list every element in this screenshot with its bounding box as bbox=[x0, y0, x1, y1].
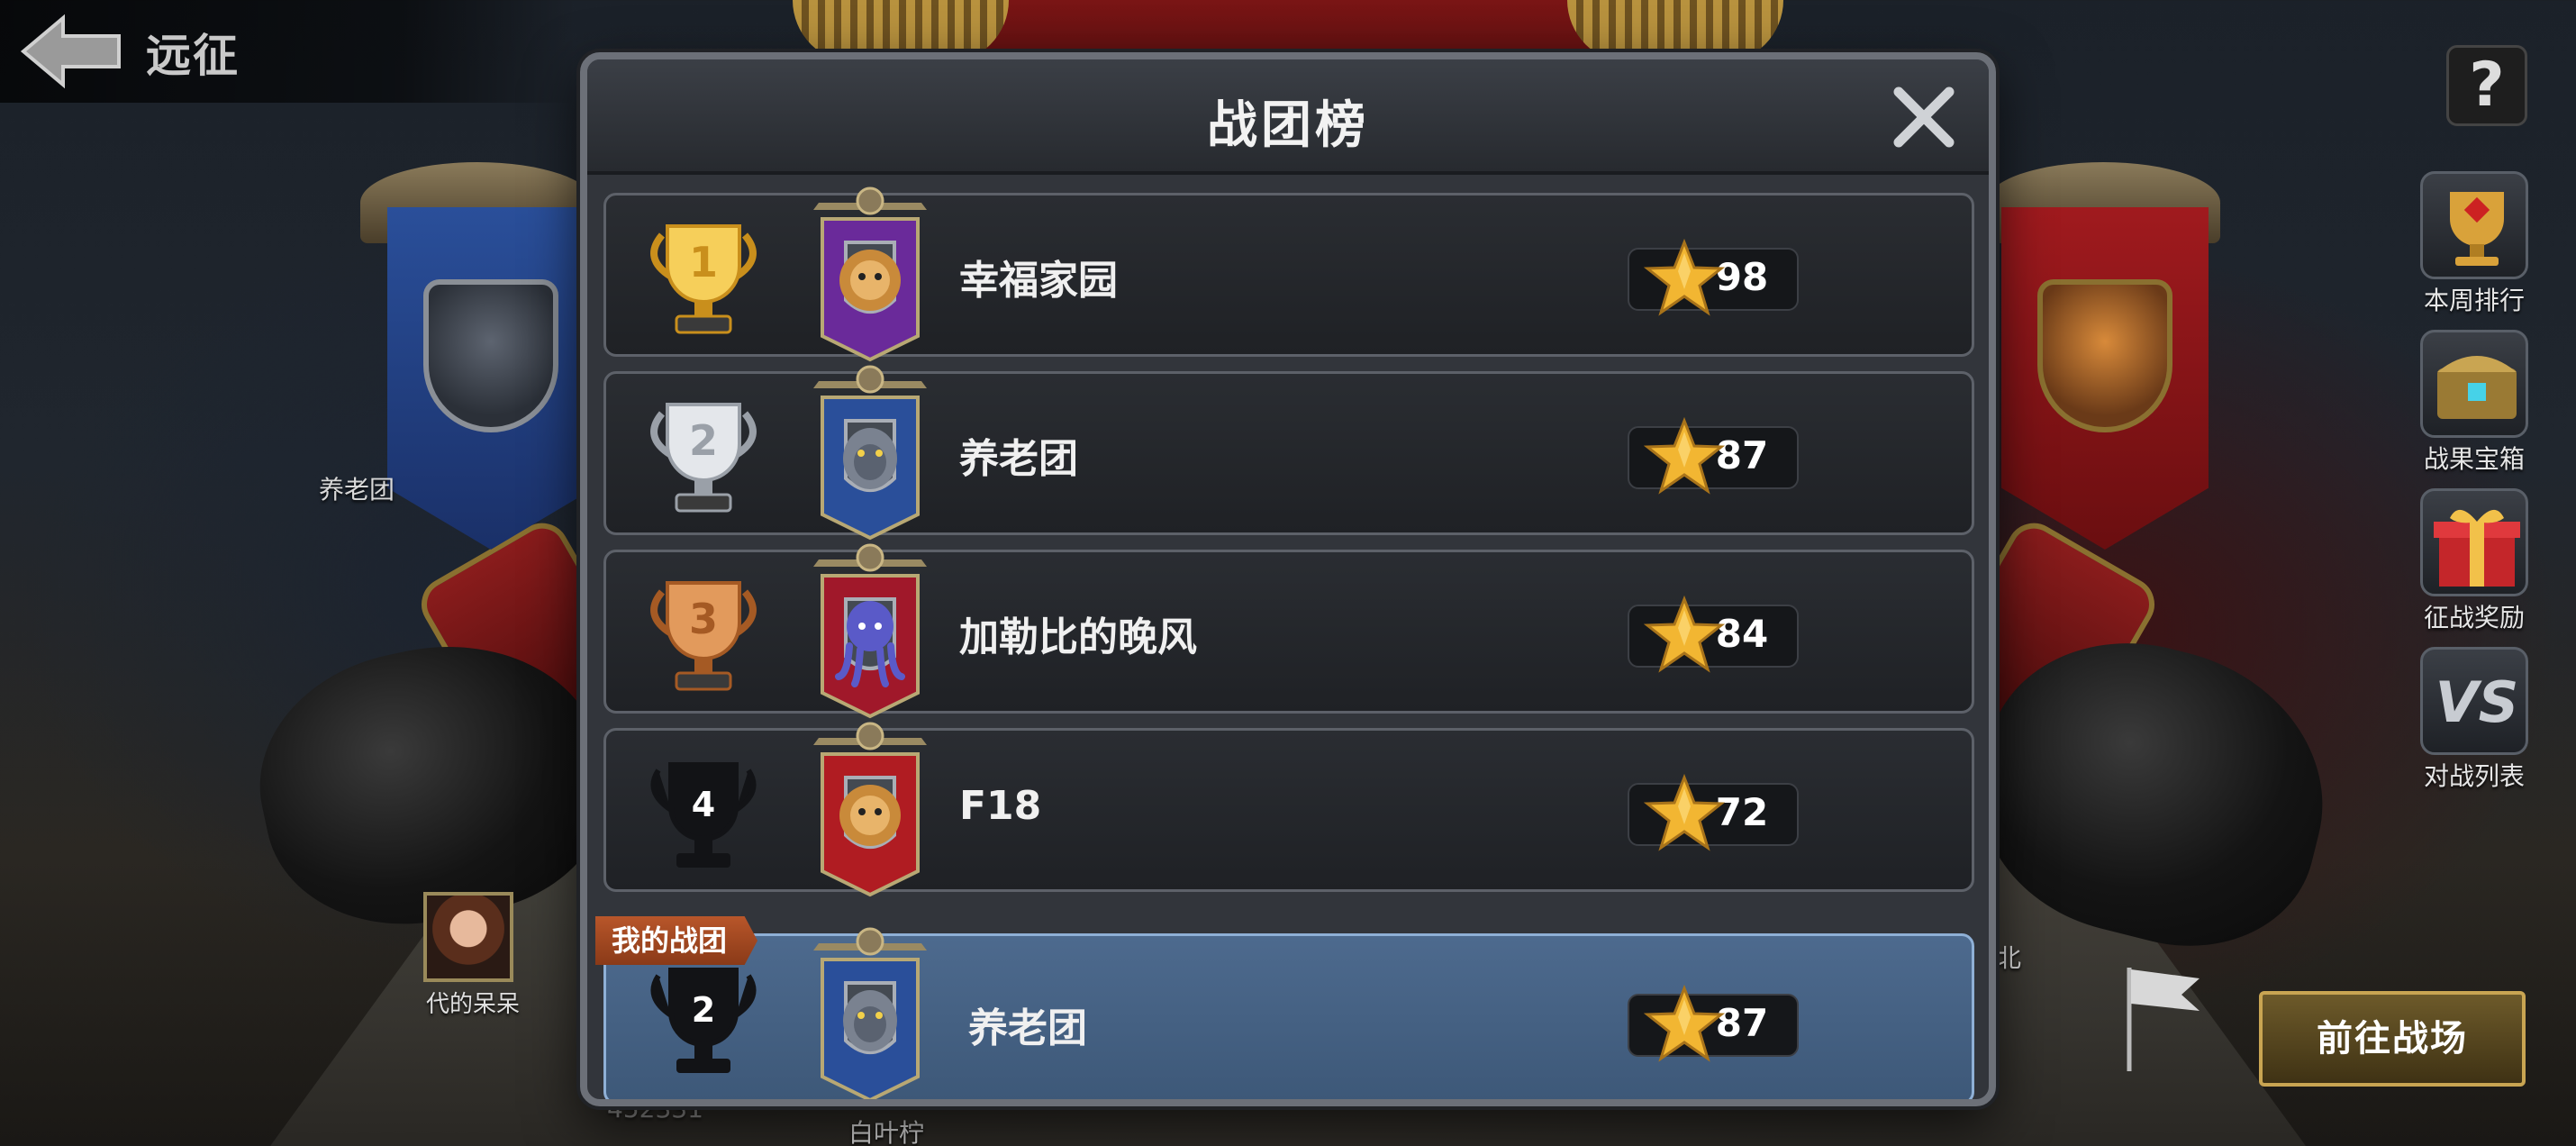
lion-team-emblem-icon bbox=[795, 718, 945, 898]
vs-icon: VS bbox=[2420, 647, 2528, 755]
star-icon bbox=[1643, 594, 1726, 675]
bronze-trophy-icon: 3 bbox=[640, 568, 766, 704]
right-team-banner bbox=[2001, 207, 2209, 550]
flag-icon bbox=[2127, 968, 2200, 1071]
ranking-row[interactable]: 3 加勒比的晚风 84 bbox=[603, 543, 1974, 719]
player-name: 白叶柠 bbox=[848, 1118, 925, 1146]
star-icon bbox=[1643, 983, 1726, 1064]
team-name: 养老团 bbox=[968, 1005, 1087, 1051]
dialog-header: 战团榜 bbox=[587, 59, 1989, 175]
rank-number: 4 bbox=[691, 785, 716, 824]
battle-chest-button[interactable]: 战果宝箱 bbox=[2407, 330, 2542, 474]
star-icon bbox=[1643, 237, 1726, 318]
left-banner-label: 养老团 bbox=[319, 475, 395, 505]
svg-text:3: 3 bbox=[689, 595, 718, 643]
svg-text:VS: VS bbox=[2435, 669, 2519, 735]
panther-emblem-icon bbox=[423, 279, 558, 432]
lion-team-emblem-icon bbox=[795, 183, 945, 363]
player-marker[interactable]: 代的呆呆 bbox=[423, 892, 522, 1019]
left-team-banner bbox=[387, 207, 594, 550]
team-name: 加勒比的晚风 bbox=[959, 614, 1197, 660]
panther-team-emblem-icon bbox=[795, 361, 945, 541]
side-button-label: 战果宝箱 bbox=[2423, 444, 2525, 474]
partial-label: 北 bbox=[1996, 943, 2022, 973]
svg-text:1: 1 bbox=[689, 238, 718, 286]
dialog-title: 战团榜 bbox=[1207, 96, 1369, 155]
side-button-label: 对战列表 bbox=[2423, 761, 2525, 791]
star-icon bbox=[1643, 772, 1726, 853]
battle-list-button[interactable]: VS 对战列表 bbox=[2407, 647, 2542, 791]
team-ranking-dialog: 战团榜 1 幸福家园 98 2 养老团 87 3 加勒比的晚风 84 4 F18 72 我的战团 2 养老团… bbox=[580, 52, 1996, 1106]
panther-team-emblem-icon bbox=[795, 923, 945, 1099]
gold-trophy-icon: 1 bbox=[640, 212, 766, 347]
trophy-cup-icon bbox=[2420, 171, 2528, 279]
octopus-team-emblem-icon bbox=[795, 540, 945, 720]
tiger-emblem-icon bbox=[2037, 279, 2172, 432]
team-name: 幸福家园 bbox=[959, 258, 1118, 304]
side-button-label: 征战奖励 bbox=[2423, 603, 2525, 632]
page-title: 远征 bbox=[146, 30, 240, 82]
treasure-chest-icon bbox=[2420, 330, 2528, 438]
weekly-ranking-button[interactable]: 本周排行 bbox=[2407, 171, 2542, 315]
top-bar: 远征 bbox=[0, 0, 576, 103]
gift-box-icon bbox=[2420, 488, 2528, 596]
side-button-label: 本周排行 bbox=[2423, 286, 2525, 315]
player-avatar bbox=[423, 892, 513, 982]
ranking-row[interactable]: 1 幸福家园 98 bbox=[603, 186, 1974, 362]
my-team-row[interactable]: 我的战团 2 养老团 87 bbox=[595, 916, 1974, 1099]
svg-text:2: 2 bbox=[689, 416, 718, 465]
team-name: 养老团 bbox=[959, 436, 1078, 482]
help-button[interactable]: ? bbox=[2446, 45, 2527, 126]
player-name: 代的呆呆 bbox=[425, 991, 520, 1018]
rank-number: 2 bbox=[691, 990, 716, 1030]
close-icon[interactable] bbox=[1890, 83, 1958, 151]
team-name: F18 bbox=[959, 783, 1042, 829]
star-icon bbox=[1643, 415, 1726, 496]
ranking-row[interactable]: 4 F18 72 bbox=[603, 722, 1974, 897]
silver-trophy-icon: 2 bbox=[640, 390, 766, 525]
back-arrow-icon[interactable] bbox=[20, 13, 128, 90]
campaign-reward-button[interactable]: 征战奖励 bbox=[2407, 488, 2542, 632]
go-to-battlefield-button[interactable]: 前往战场 bbox=[2259, 991, 2526, 1087]
ranking-row[interactable]: 2 养老团 87 bbox=[603, 365, 1974, 541]
